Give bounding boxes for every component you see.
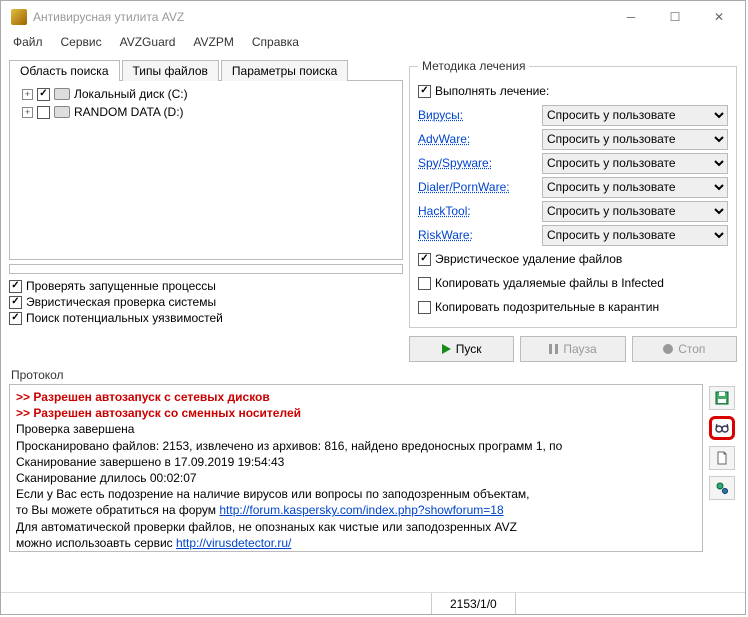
log-line: Просканировано файлов: 2153, извлечено и… xyxy=(16,438,696,454)
play-icon xyxy=(442,344,451,354)
gears-icon xyxy=(714,480,730,496)
link-riskware[interactable]: RiskWare: xyxy=(418,228,538,242)
tree-item-drive-c[interactable]: + Локальный диск (C:) xyxy=(16,85,396,103)
link-adware[interactable]: AdvWare: xyxy=(418,132,538,146)
drive-tree[interactable]: + Локальный диск (C:) + RANDOM DATA (D:) xyxy=(9,80,403,260)
log-line: Если у Вас есть подозрение на наличие ви… xyxy=(16,486,696,502)
stop-icon xyxy=(663,344,673,354)
window-title: Антивирусная утилита AVZ xyxy=(33,10,609,24)
log-toolbar xyxy=(707,384,737,552)
close-button[interactable]: ✕ xyxy=(697,3,741,31)
titlebar: Антивирусная утилита AVZ ─ ☐ ✕ xyxy=(1,1,745,33)
select-adware[interactable]: Спросить у пользовате xyxy=(542,129,728,150)
check-copy-quarantine[interactable]: Копировать подозрительные в карантин xyxy=(418,295,728,319)
status-bar: 2153/1/0 xyxy=(1,592,745,614)
log-line: >> Разрешен автозапуск со сменных носите… xyxy=(16,405,696,421)
link-spy[interactable]: Spy/Spyware: xyxy=(418,156,538,170)
glasses-button[interactable] xyxy=(709,416,735,440)
tab-area[interactable]: Область поиска xyxy=(9,60,120,81)
pause-button[interactable]: Пауза xyxy=(520,336,625,362)
floppy-icon xyxy=(714,390,730,406)
log-line: можно использоавть сервис http://virusde… xyxy=(16,535,696,551)
link-dialer[interactable]: Dialer/PornWare: xyxy=(418,180,538,194)
app-icon xyxy=(11,9,27,25)
maximize-button[interactable]: ☐ xyxy=(653,3,697,31)
menu-file[interactable]: Файл xyxy=(11,33,45,55)
expand-icon[interactable]: + xyxy=(22,89,33,100)
options-checks: Проверять запущенные процессы Эвристичес… xyxy=(9,278,403,326)
app-window: Антивирусная утилита AVZ ─ ☐ ✕ Файл Серв… xyxy=(0,0,746,615)
menu-avzpm[interactable]: AVZPM xyxy=(191,33,235,55)
expand-icon[interactable]: + xyxy=(22,107,33,118)
settings-button[interactable] xyxy=(709,476,735,500)
tab-types[interactable]: Типы файлов xyxy=(122,60,219,81)
cure-fieldset: Методика лечения Выполнять лечение: Виру… xyxy=(409,59,737,328)
tree-item-drive-d[interactable]: + RANDOM DATA (D:) xyxy=(16,103,396,121)
protocol-label: Протокол xyxy=(9,364,737,382)
log-line: Для автоматической проверки файлов, не о… xyxy=(16,519,696,535)
tabset: Область поиска Типы файлов Параметры пои… xyxy=(9,59,403,260)
check-vuln[interactable]: Поиск потенциальных уязвимостей xyxy=(9,310,403,326)
right-pane: Методика лечения Выполнять лечение: Виру… xyxy=(409,59,737,362)
tab-params[interactable]: Параметры поиска xyxy=(221,60,348,81)
save-log-button[interactable] xyxy=(709,386,735,410)
menu-service[interactable]: Сервис xyxy=(59,33,104,55)
new-doc-button[interactable] xyxy=(709,446,735,470)
link-hacktool[interactable]: HackTool: xyxy=(418,204,538,218)
check-perform-cure[interactable]: Выполнять лечение: xyxy=(418,79,728,103)
menubar: Файл Сервис AVZGuard AVZPM Справка xyxy=(1,33,745,55)
select-hacktool[interactable]: Спросить у пользовате xyxy=(542,201,728,222)
check-copy-infected[interactable]: Копировать удаляемые файлы в Infected xyxy=(418,271,728,295)
window-controls: ─ ☐ ✕ xyxy=(609,3,741,31)
status-counts: 2153/1/0 xyxy=(431,593,516,614)
minimize-button[interactable]: ─ xyxy=(609,3,653,31)
progress-bar xyxy=(9,264,403,274)
select-dialer[interactable]: Спросить у пользовате xyxy=(542,177,728,198)
check-heuristic[interactable]: Эвристическая проверка системы xyxy=(9,294,403,310)
log-line: Сканирование длилось 00:02:07 xyxy=(16,470,696,486)
drive-icon xyxy=(54,88,70,100)
pause-icon xyxy=(549,344,558,354)
cure-legend: Методика лечения xyxy=(418,59,529,73)
log-line: Сканирование завершено в 17.09.2019 19:5… xyxy=(16,454,696,470)
start-button[interactable]: Пуск xyxy=(409,336,514,362)
log-area[interactable]: >> Разрешен автозапуск с сетевых дисков … xyxy=(9,384,703,552)
menu-help[interactable]: Справка xyxy=(250,33,301,55)
tabbar: Область поиска Типы файлов Параметры пои… xyxy=(9,59,403,80)
select-riskware[interactable]: Спросить у пользовате xyxy=(542,225,728,246)
forum-link[interactable]: http://forum.kaspersky.com/index.php?sho… xyxy=(219,503,503,517)
log-line: то Вы можете обратиться на форум http://… xyxy=(16,502,696,518)
check-processes[interactable]: Проверять запущенные процессы xyxy=(9,278,403,294)
log-line: Проверка завершена xyxy=(16,421,696,437)
checkbox-drive-c[interactable] xyxy=(37,88,50,101)
menu-avzguard[interactable]: AVZGuard xyxy=(118,33,178,55)
service-link[interactable]: http://virusdetector.ru/ xyxy=(176,536,291,550)
check-heur-delete[interactable]: Эвристическое удаление файлов xyxy=(418,247,728,271)
link-virus[interactable]: Вирусы: xyxy=(418,108,538,122)
glasses-icon xyxy=(714,420,730,436)
document-icon xyxy=(714,450,730,466)
left-pane: Область поиска Типы файлов Параметры пои… xyxy=(9,59,403,362)
drive-c-label: Локальный диск (C:) xyxy=(74,87,188,101)
action-buttons: Пуск Пауза Стоп xyxy=(409,336,737,362)
drive-icon xyxy=(54,106,70,118)
log-line: >> Разрешен автозапуск с сетевых дисков xyxy=(16,389,696,405)
select-virus[interactable]: Спросить у пользовате xyxy=(542,105,728,126)
checkbox-drive-d[interactable] xyxy=(37,106,50,119)
select-spy[interactable]: Спросить у пользовате xyxy=(542,153,728,174)
drive-d-label: RANDOM DATA (D:) xyxy=(74,105,184,119)
stop-button[interactable]: Стоп xyxy=(632,336,737,362)
